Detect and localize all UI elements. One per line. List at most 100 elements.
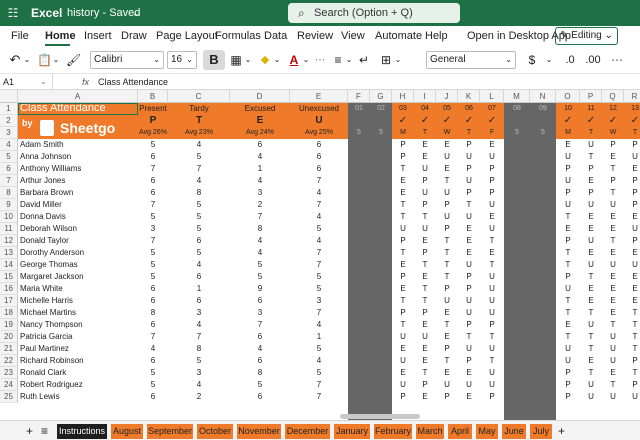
student-name[interactable]: Michelle Harris (18, 295, 138, 307)
count-cell[interactable]: 6 (230, 295, 290, 307)
count-cell[interactable]: 1 (290, 331, 348, 343)
count-cell[interactable]: 7 (290, 175, 348, 187)
attendance-cell[interactable]: T (414, 259, 436, 271)
sheet-tab-june[interactable]: June (502, 424, 526, 439)
attendance-cell[interactable]: T (602, 379, 624, 391)
attendance-cell[interactable]: E (414, 271, 436, 283)
attendance-cell[interactable]: U (392, 379, 414, 391)
format-painter-icon[interactable]: 🖌 (66, 50, 81, 70)
merge-cells-icon[interactable]: ⊞ (379, 50, 393, 70)
count-cell[interactable]: 6 (138, 391, 168, 403)
attendance-cell[interactable]: U (436, 187, 458, 199)
document-name[interactable]: history (67, 7, 99, 19)
count-cell[interactable]: 4 (168, 319, 230, 331)
attendance-cell[interactable]: P (480, 175, 504, 187)
attendance-cell[interactable]: E (436, 163, 458, 175)
tab-page-layout[interactable]: Page Layout (156, 29, 218, 43)
attendance-cell[interactable]: U (436, 151, 458, 163)
column-header[interactable]: F (348, 90, 370, 103)
count-cell[interactable]: 2 (230, 199, 290, 211)
wrap-text-icon[interactable]: ↵ (357, 50, 371, 70)
count-cell[interactable]: 5 (290, 223, 348, 235)
student-name[interactable]: Dorothy Anderson (18, 247, 138, 259)
row-header[interactable]: 11 (0, 223, 18, 235)
attendance-cell[interactable]: T (602, 163, 624, 175)
more-options-icon[interactable] (60, 74, 70, 90)
count-cell[interactable]: 5 (138, 259, 168, 271)
row-header[interactable]: 20 (0, 331, 18, 343)
attendance-cell[interactable]: T (556, 259, 580, 271)
attendance-cell[interactable]: E (602, 295, 624, 307)
count-cell[interactable]: 5 (230, 271, 290, 283)
column-header[interactable]: E (290, 90, 348, 103)
count-cell[interactable]: 4 (290, 355, 348, 367)
bold-button[interactable]: B (203, 50, 225, 70)
attendance-cell[interactable]: T (436, 271, 458, 283)
student-name[interactable]: Donna Davis (18, 211, 138, 223)
count-cell[interactable]: 8 (230, 223, 290, 235)
count-cell[interactable]: 6 (138, 175, 168, 187)
chevron-down-icon[interactable]: ⌄ (544, 50, 554, 70)
count-cell[interactable]: 7 (290, 307, 348, 319)
tab-insert[interactable]: Insert (84, 29, 112, 43)
attendance-cell[interactable]: P (414, 175, 436, 187)
attendance-cell[interactable]: T (436, 247, 458, 259)
row-header[interactable]: 25 (0, 391, 18, 403)
attendance-cell[interactable]: U (480, 271, 504, 283)
attendance-cell[interactable]: T (624, 343, 640, 355)
select-all-corner[interactable] (0, 90, 18, 103)
attendance-cell[interactable]: T (458, 331, 480, 343)
attendance-cell[interactable]: U (392, 355, 414, 367)
row-header[interactable]: 22 (0, 355, 18, 367)
chevron-down-icon[interactable]: ⌄ (393, 50, 403, 70)
attendance-cell[interactable]: U (602, 355, 624, 367)
attendance-cell[interactable]: P (392, 391, 414, 403)
sheet-tab-april[interactable]: April (448, 424, 472, 439)
column-header[interactable]: H (392, 90, 414, 103)
attendance-cell[interactable]: P (556, 187, 580, 199)
align-left-icon[interactable]: ≡ (332, 50, 344, 70)
attendance-cell[interactable]: E (556, 223, 580, 235)
waffle-icon[interactable]: ☷ (0, 0, 26, 26)
tab-draw[interactable]: Draw (121, 29, 147, 43)
count-cell[interactable]: 5 (290, 271, 348, 283)
sheet-tab-march[interactable]: March (416, 424, 444, 439)
plus-icon[interactable]: + (558, 424, 565, 438)
count-cell[interactable]: 5 (138, 271, 168, 283)
attendance-cell[interactable]: E (602, 223, 624, 235)
count-cell[interactable]: 6 (138, 187, 168, 199)
attendance-cell[interactable]: P (556, 391, 580, 403)
student-name[interactable]: Richard Robinson (18, 355, 138, 367)
column-header[interactable]: Q (602, 90, 624, 103)
count-cell[interactable]: 1 (168, 283, 230, 295)
attendance-cell[interactable]: U (602, 391, 624, 403)
count-cell[interactable]: 4 (290, 187, 348, 199)
attendance-cell[interactable]: T (556, 307, 580, 319)
count-cell[interactable]: 4 (230, 235, 290, 247)
attendance-cell[interactable]: U (624, 391, 640, 403)
sheet-tab-november[interactable]: November (237, 424, 281, 439)
attendance-cell[interactable]: U (480, 367, 504, 379)
count-cell[interactable]: 6 (290, 163, 348, 175)
count-cell[interactable]: 9 (230, 283, 290, 295)
row-header[interactable]: 3 (0, 127, 18, 139)
number-format-select[interactable]: General ⌄ (426, 51, 516, 69)
attendance-cell[interactable]: T (436, 319, 458, 331)
tab-review[interactable]: Review (297, 29, 333, 43)
attendance-cell[interactable]: P (436, 223, 458, 235)
count-cell[interactable]: 4 (168, 139, 230, 151)
attendance-cell[interactable]: U (580, 259, 602, 271)
formula-input[interactable]: Class Attendance (98, 74, 168, 90)
attendance-cell[interactable]: U (580, 319, 602, 331)
attendance-cell[interactable]: U (458, 343, 480, 355)
column-header[interactable]: K (458, 90, 480, 103)
count-cell[interactable]: 5 (168, 151, 230, 163)
attendance-cell[interactable]: T (580, 151, 602, 163)
attendance-cell[interactable]: E (414, 355, 436, 367)
attendance-cell[interactable]: E (458, 367, 480, 379)
count-cell[interactable]: 3 (230, 307, 290, 319)
attendance-cell[interactable]: E (414, 139, 436, 151)
count-cell[interactable]: 6 (168, 271, 230, 283)
student-name[interactable]: Barbara Brown (18, 187, 138, 199)
attendance-cell[interactable]: E (556, 319, 580, 331)
